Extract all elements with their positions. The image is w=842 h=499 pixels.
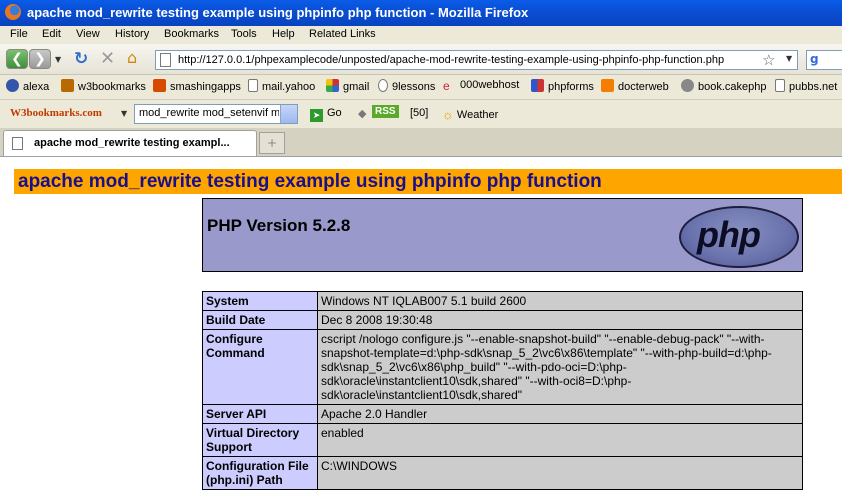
back-button[interactable]: ❮	[6, 49, 28, 69]
info-value: Apache 2.0 Handler	[317, 404, 803, 424]
bookmark-phpforms[interactable]: phpforms	[531, 79, 594, 95]
w3bookmarks-logo[interactable]: W3bookmarks.com	[10, 107, 102, 119]
page-icon	[775, 79, 785, 92]
bookmark-alexa[interactable]: alexa	[6, 79, 49, 95]
menu-file[interactable]: File	[10, 28, 28, 40]
bookmark-w3bookmarks[interactable]: w3bookmarks	[61, 79, 146, 95]
rss-button[interactable]: RSS	[372, 105, 399, 118]
php-version: PHP Version 5.2.8	[207, 216, 351, 235]
reload-icon[interactable]: ↻	[74, 49, 88, 69]
info-value: enabled	[317, 423, 803, 457]
page-icon	[248, 79, 258, 92]
stop-icon[interactable]: ✕	[100, 48, 115, 69]
grid-icon	[531, 79, 544, 92]
info-value: Dec 8 2008 19:30:48	[317, 310, 803, 330]
php-logo: php	[679, 206, 799, 268]
w3bookmarks-toolbar: W3bookmarks.com ▼ mod_rewrite mod_setenv…	[0, 100, 842, 129]
bookmark-pubbs-net[interactable]: pubbs.net	[775, 79, 837, 95]
bookmark-smashingapps[interactable]: smashingapps	[153, 79, 241, 95]
info-key: Virtual Directory Support	[202, 423, 318, 457]
window-titlebar: apache mod_rewrite testing example using…	[0, 0, 842, 26]
info-key: Build Date	[202, 310, 318, 330]
table-row: Configuration File (php.ini) Path C:\WIND…	[202, 456, 803, 490]
weather-icon: ☼	[442, 107, 454, 122]
new-tab-button[interactable]: +	[259, 132, 285, 154]
navigation-toolbar: ❮ ❯ ▼ ↻ ✕ ⌂ ☆ ▼ g	[0, 44, 842, 75]
s-icon	[153, 79, 166, 92]
gmail-icon	[326, 79, 339, 92]
info-value: C:\WINDOWS	[317, 456, 803, 490]
go-arrow-icon: ➤	[310, 109, 323, 122]
menu-bookmarks[interactable]: Bookmarks	[164, 28, 219, 40]
menu-edit[interactable]: Edit	[42, 28, 61, 40]
menu-tools[interactable]: Tools	[231, 28, 257, 40]
separator-icon: ◆	[358, 108, 367, 120]
weather-button[interactable]: ☼ Weather	[442, 107, 498, 122]
info-key: Configure Command	[202, 329, 318, 405]
bookmarks-toolbar: alexa w3bookmarks smashingapps mail.yaho…	[0, 75, 842, 100]
plus-icon: +	[266, 136, 278, 150]
menu-view[interactable]: View	[76, 28, 100, 40]
bookmark-docterweb[interactable]: docterweb	[601, 79, 669, 95]
info-value: Windows NT IQLAB007 5.1 build 2600	[317, 291, 803, 311]
menu-history[interactable]: History	[115, 28, 149, 40]
forward-button[interactable]: ❯	[29, 49, 51, 69]
page-icon	[160, 53, 171, 67]
search-box[interactable]: g	[806, 50, 842, 70]
table-row: Build Date Dec 8 2008 19:30:48	[202, 310, 803, 330]
table-row: Server API Apache 2.0 Handler	[202, 404, 803, 424]
history-dropdown-icon[interactable]: ▼	[55, 55, 61, 64]
alexa-icon	[6, 79, 19, 92]
bookmark-mail-yahoo[interactable]: mail.yahoo	[248, 79, 315, 95]
select-arrow-icon[interactable]	[280, 105, 297, 123]
url-dropdown-icon[interactable]: ▼	[786, 54, 792, 63]
table-row: Configure Command cscript /nologo configu…	[202, 329, 803, 405]
php-version-header: PHP Version 5.2.8 php	[202, 198, 803, 272]
page-icon	[378, 79, 388, 92]
address-bar[interactable]: ☆ ▼	[155, 50, 798, 70]
back-arrow-icon: ❮	[11, 51, 23, 67]
bookmark-gmail[interactable]: gmail	[326, 79, 369, 95]
bookmark-000webhost[interactable]: e 000webhost	[443, 79, 519, 95]
page-icon	[12, 137, 23, 150]
home-icon[interactable]: ⌂	[127, 48, 137, 67]
logo-dropdown-icon[interactable]: ▼	[121, 109, 127, 118]
bookmark-book-cakephp[interactable]: book.cakephp	[681, 79, 767, 95]
count-button[interactable]: [50]	[410, 107, 428, 119]
cake-icon	[681, 79, 694, 92]
google-icon: g	[810, 52, 819, 66]
url-input[interactable]	[178, 52, 758, 68]
tag-select[interactable]: mod_rewrite mod_setenvif m	[134, 104, 298, 124]
menu-related-links[interactable]: Related Links	[309, 28, 376, 40]
info-key: System	[202, 291, 318, 311]
table-row: Virtual Directory Support enabled	[202, 423, 803, 457]
w3-icon	[61, 79, 74, 92]
forward-arrow-icon: ❯	[34, 51, 46, 67]
firefox-icon	[5, 4, 21, 20]
bookmark-9lessons[interactable]: 9lessons	[378, 79, 435, 95]
info-key: Server API	[202, 404, 318, 424]
page-content: apache mod_rewrite testing example using…	[0, 157, 842, 499]
tab-active[interactable]: apache mod_rewrite testing exampl...	[3, 130, 257, 156]
menu-help[interactable]: Help	[272, 28, 295, 40]
php-info-table: System Windows NT IQLAB007 5.1 build 2600…	[202, 291, 803, 490]
bookmark-star-icon[interactable]: ☆	[762, 51, 775, 69]
table-row: System Windows NT IQLAB007 5.1 build 2600	[202, 291, 803, 311]
tab-bar: apache mod_rewrite testing exampl... +	[0, 128, 842, 157]
info-value: cscript /nologo configure.js "--enable-s…	[317, 329, 803, 405]
menu-bar: File Edit View History Bookmarks Tools H…	[0, 26, 842, 44]
info-key: Configuration File (php.ini) Path	[202, 456, 318, 490]
page-heading: apache mod_rewrite testing example using…	[18, 171, 602, 192]
window-title: apache mod_rewrite testing example using…	[27, 5, 529, 20]
go-button[interactable]: ➤ Go	[310, 107, 342, 122]
blogger-icon	[601, 79, 614, 92]
swirl-icon: e	[443, 79, 450, 93]
page-heading-bar: apache mod_rewrite testing example using…	[14, 169, 842, 194]
